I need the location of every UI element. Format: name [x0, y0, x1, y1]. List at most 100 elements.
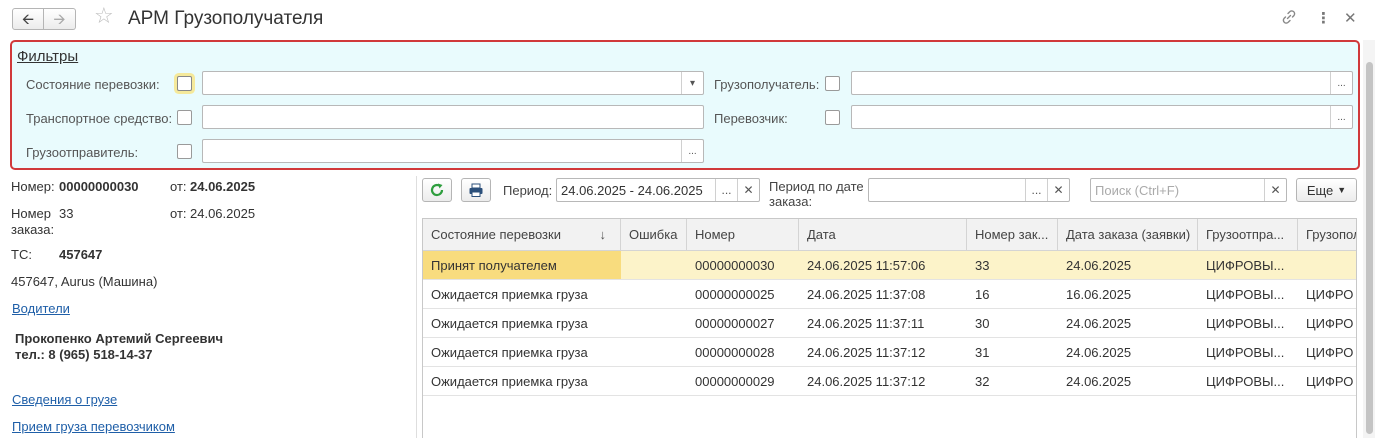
- cell-order-number: 30: [975, 315, 990, 331]
- column-header-order-date[interactable]: Дата заказа (заявки): [1058, 219, 1198, 250]
- back-button[interactable]: 🡨: [12, 8, 44, 30]
- cell-order-date: 24.06.2025: [1066, 257, 1132, 273]
- column-header-shipper[interactable]: Грузоотпра...: [1198, 219, 1298, 250]
- search-input[interactable]: Поиск (Ctrl+F) ✕: [1090, 178, 1287, 202]
- more-label: Еще: [1306, 182, 1334, 198]
- panel-divider: [416, 176, 417, 438]
- cell-state: Принят получателем: [423, 251, 621, 279]
- shipper-field[interactable]: ...: [202, 139, 704, 163]
- select-button[interactable]: ...: [1330, 72, 1352, 94]
- cell-number: 00000000028: [695, 344, 775, 360]
- period-field[interactable]: 24.06.2025 - 24.06.2025 ... ✕: [556, 178, 760, 202]
- cell-date: 24.06.2025 11:37:08: [807, 286, 926, 302]
- drivers-link[interactable]: Водители: [12, 301, 70, 316]
- order-period-label-line2: заказа:: [769, 194, 813, 209]
- cell-number: 00000000029: [695, 373, 775, 389]
- cell-order-date: 16.06.2025: [1066, 286, 1132, 302]
- window-header: 🡨 🡪 ☆ АРМ Грузополучателя ⋮ ✕: [0, 0, 1375, 38]
- consignee-checkbox[interactable]: [825, 76, 840, 91]
- cell-date: 24.06.2025 11:57:06: [807, 257, 926, 273]
- column-header-state[interactable]: Состояние перевозки ↓: [423, 219, 621, 250]
- cell-consignee: ЦИФРО: [1306, 315, 1354, 331]
- driver-phone: тел.: 8 (965) 518-14-37: [15, 347, 153, 362]
- number-value: 00000000030: [59, 179, 139, 194]
- cell-order-date: 24.06.2025: [1066, 373, 1132, 389]
- carrier-accept-link[interactable]: Прием груза перевозчиком: [12, 419, 175, 434]
- cell-state: Ожидается приемка груза: [431, 286, 588, 302]
- table-header: Состояние перевозки ↓ Ошибка Номер Дата …: [423, 219, 1356, 251]
- order-period-label-line1: Период по дате: [769, 179, 864, 194]
- carrier-field[interactable]: ...: [851, 105, 1353, 129]
- carrier-checkbox[interactable]: [825, 110, 840, 125]
- cell-order-date: 24.06.2025: [1066, 315, 1132, 331]
- period-label: Период:: [503, 183, 553, 198]
- sort-down-icon: ↓: [599, 227, 607, 242]
- cell-date: 24.06.2025 11:37:12: [807, 373, 926, 389]
- period-clear-button[interactable]: ✕: [737, 179, 759, 201]
- vehicle-label: Транспортное средство:: [26, 111, 173, 126]
- state-field[interactable]: ▾: [202, 71, 704, 95]
- vehicle-description: 457647, Aurus (Машина): [11, 274, 158, 289]
- cell-shipper: ЦИФРОВЫ...: [1206, 373, 1285, 389]
- search-clear-button[interactable]: ✕: [1264, 179, 1286, 201]
- table-row[interactable]: Ожидается приемка груза 00000000025 24.0…: [423, 280, 1356, 309]
- filters-panel: Фильтры Состояние перевозки: ▾ Транспорт…: [10, 40, 1360, 170]
- cell-error: [621, 367, 687, 395]
- consignee-field[interactable]: ...: [851, 71, 1353, 95]
- clear-icon: ✕: [1270, 183, 1281, 197]
- shipper-label: Грузоотправитель:: [26, 145, 139, 160]
- cell-number: 00000000030: [695, 257, 775, 273]
- select-button[interactable]: ...: [681, 140, 703, 162]
- close-icon[interactable]: ✕: [1344, 9, 1357, 27]
- order-period-clear-button[interactable]: ✕: [1047, 179, 1069, 201]
- cell-order-number: 16: [975, 286, 990, 302]
- column-header-number[interactable]: Номер: [687, 219, 799, 250]
- more-button[interactable]: Еще ▼: [1296, 178, 1357, 202]
- clear-icon: ✕: [743, 183, 754, 197]
- column-header-error[interactable]: Ошибка: [621, 219, 687, 250]
- cell-shipper: ЦИФРОВЫ...: [1206, 315, 1285, 331]
- page-title: АРМ Грузополучателя: [128, 8, 324, 29]
- table-row[interactable]: Ожидается приемка груза 00000000029 24.0…: [423, 367, 1356, 396]
- table-row[interactable]: Ожидается приемка груза 00000000027 24.0…: [423, 309, 1356, 338]
- dropdown-button[interactable]: ▾: [681, 72, 703, 94]
- state-checkbox[interactable]: [177, 76, 192, 91]
- carrier-label: Перевозчик:: [714, 111, 788, 126]
- vehicle-field[interactable]: [202, 105, 704, 129]
- column-header-consignee[interactable]: Грузополу...: [1298, 219, 1356, 250]
- vertical-scrollbar[interactable]: [1363, 40, 1375, 438]
- state-label: Состояние перевозки:: [26, 77, 160, 92]
- filters-title[interactable]: Фильтры: [17, 48, 78, 65]
- cell-order-number: 31: [975, 344, 990, 360]
- order-period-select-button[interactable]: ...: [1025, 179, 1047, 201]
- select-button[interactable]: ...: [1330, 106, 1352, 128]
- vehicle-checkbox[interactable]: [177, 110, 192, 125]
- refresh-button[interactable]: [422, 178, 452, 202]
- order-period-label: Период по дате заказа:: [769, 179, 864, 209]
- order-period-field[interactable]: ... ✕: [868, 178, 1070, 202]
- order-from-value: 24.06.2025: [190, 206, 256, 221]
- shipments-table: Состояние перевозки ↓ Ошибка Номер Дата …: [422, 218, 1357, 438]
- favorite-star-icon[interactable]: ☆: [94, 5, 114, 27]
- more-vert-icon[interactable]: ⋮: [1316, 9, 1331, 27]
- cell-date: 24.06.2025 11:37:11: [807, 315, 925, 331]
- cargo-info-link[interactable]: Сведения о грузе: [12, 392, 117, 407]
- arrow-left-icon: 🡨: [21, 10, 35, 28]
- cell-shipper: ЦИФРОВЫ...: [1206, 344, 1285, 360]
- arrow-right-icon: 🡪: [53, 10, 66, 28]
- shipper-checkbox[interactable]: [177, 144, 192, 159]
- scrollbar-thumb[interactable]: [1366, 62, 1373, 434]
- chevron-down-icon: ▾: [689, 77, 696, 89]
- table-row[interactable]: Принят получателем 00000000030 24.06.202…: [423, 251, 1356, 280]
- period-select-button[interactable]: ...: [715, 179, 737, 201]
- refresh-icon: [430, 183, 444, 197]
- forward-button[interactable]: 🡪: [44, 8, 76, 30]
- table-row[interactable]: Ожидается приемка груза 00000000028 24.0…: [423, 338, 1356, 367]
- link-icon[interactable]: [1281, 9, 1297, 29]
- cell-order-number: 32: [975, 373, 990, 389]
- consignee-label: Грузополучатель:: [714, 77, 820, 92]
- vehicle-detail-value: 457647: [59, 247, 103, 262]
- column-header-date[interactable]: Дата: [799, 219, 967, 250]
- print-button[interactable]: [461, 178, 491, 202]
- column-header-order-number[interactable]: Номер зак...: [967, 219, 1058, 250]
